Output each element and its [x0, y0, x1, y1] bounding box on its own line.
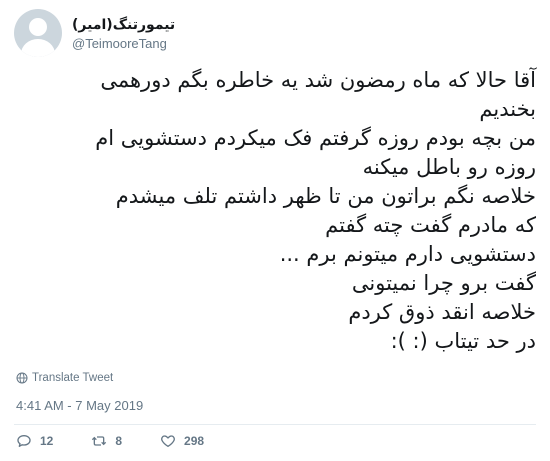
tweet-line: گفت برو چرا نمیتونی — [351, 271, 536, 295]
tweet-line: در حد تیتاب (: ): — [390, 329, 536, 353]
like-button[interactable]: 298 — [160, 433, 204, 449]
tweet-timestamp[interactable]: 4:41 AM - 7 May 2019 — [16, 398, 143, 413]
avatar-body-shape — [21, 39, 55, 57]
author-handle[interactable]: @TeimooreTang — [72, 35, 167, 52]
like-count: 298 — [184, 434, 205, 448]
tweet-line: بخندیم — [479, 97, 536, 121]
tweet-line: دستشویی دارم میتونم برم ... — [279, 242, 536, 266]
author-names: تیمورتنگ(امیر) @TeimooreTang — [72, 15, 175, 52]
reply-button[interactable]: 12 — [16, 433, 53, 449]
heart-icon — [161, 435, 175, 447]
tweet-line: آقا حالا که ماه رمضون شد یه خاطره بگم دو… — [100, 68, 536, 92]
tweet-actions: 12 8 298 — [16, 433, 242, 449]
retweet-count: 8 — [115, 434, 123, 448]
tweet-line: خلاصه انقد ذوق کردم — [348, 300, 536, 324]
tweet-line: خلاصه نگم براتون من تا ظهر داشتم تلف میش… — [115, 184, 536, 208]
tweet-line: که مادرم گفت چته گفتم — [325, 213, 536, 237]
tweet-card: تیمورتنگ(امیر) @TeimooreTang آقا حالا که… — [0, 0, 550, 461]
avatar[interactable] — [14, 9, 62, 57]
tweet-line: من بچه بودم روزه گرفتم فک میکردم دستشویی… — [95, 126, 536, 150]
retweet-icon — [92, 436, 107, 446]
translate-label: Translate Tweet — [32, 372, 114, 384]
reply-icon — [17, 435, 31, 447]
translate-tweet-link[interactable]: Translate Tweet — [16, 372, 113, 384]
retweet-button[interactable]: 8 — [91, 433, 122, 449]
author-display-name[interactable]: تیمورتنگ(امیر) — [72, 15, 175, 35]
reply-count: 12 — [40, 434, 54, 448]
avatar-head-shape — [29, 18, 47, 36]
tweet-header: تیمورتنگ(امیر) @TeimooreTang — [14, 8, 534, 58]
tweet-text: آقا حالا که ماه رمضون شد یه خاطره بگم دو… — [14, 66, 536, 356]
divider — [14, 424, 536, 425]
globe-icon — [16, 372, 28, 384]
tweet-line: روزه رو باطل میکنه — [362, 155, 536, 179]
